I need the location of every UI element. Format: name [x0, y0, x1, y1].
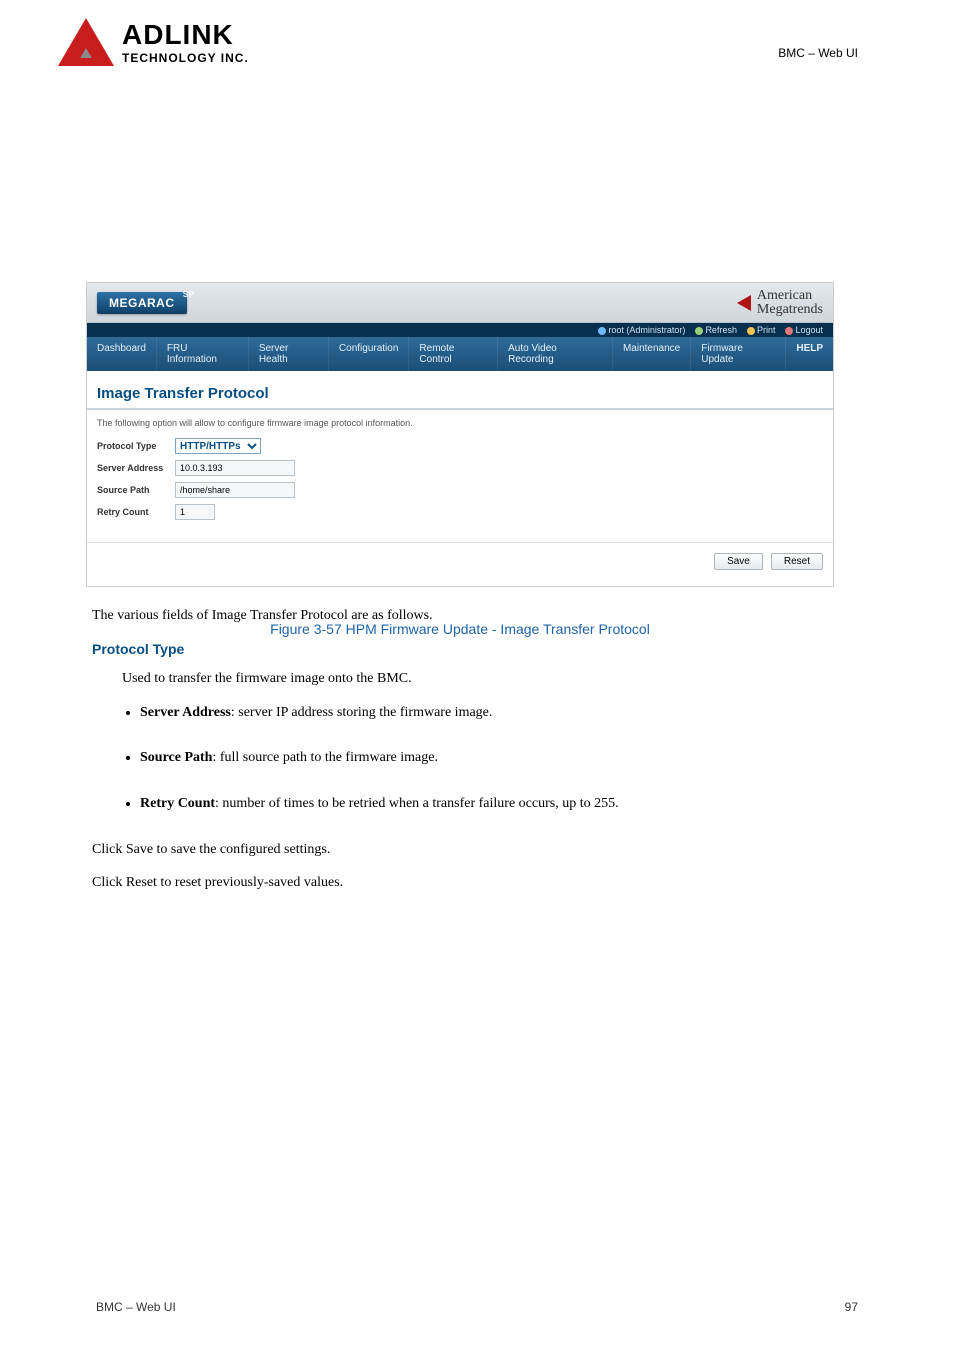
reset-button[interactable]: Reset: [771, 553, 823, 570]
screenshot-ui: MEGARACSP American Megatrends root (Admi…: [86, 282, 834, 587]
adlink-logo-mark: [58, 18, 114, 66]
print-link[interactable]: Print: [747, 325, 776, 335]
page-desc: The following option will allow to confi…: [87, 418, 833, 438]
protocol-type-label: Protocol Type: [97, 441, 175, 451]
intro-text: The various fields of Image Transfer Pro…: [92, 606, 862, 626]
refresh-icon: [695, 327, 703, 335]
ami-arrow-icon: [737, 295, 751, 311]
footer-left: BMC – Web UI: [96, 1300, 176, 1314]
ami-logo: American Megatrends: [737, 289, 823, 317]
protocol-type-select[interactable]: HTTP/HTTPs: [175, 438, 261, 454]
user-icon: [598, 327, 606, 335]
refresh-link[interactable]: Refresh: [695, 325, 737, 335]
bullet-retry-count: Retry Count: number of times to be retri…: [140, 794, 862, 814]
source-path-input[interactable]: [175, 482, 295, 498]
menu-dashboard[interactable]: Dashboard: [87, 337, 157, 371]
footer-right: 97: [845, 1300, 858, 1314]
print-icon: [747, 327, 755, 335]
menu-auto-video[interactable]: Auto Video Recording: [498, 337, 613, 371]
section-head-protocol: Protocol Type: [92, 640, 862, 660]
source-path-label: Source Path: [97, 485, 175, 495]
bullet-server-address: Server Address: server IP address storin…: [140, 703, 862, 723]
server-address-label: Server Address: [97, 463, 175, 473]
brand-pill: MEGARACSP: [97, 292, 187, 314]
server-address-input[interactable]: [175, 460, 295, 476]
logout-link[interactable]: Logout: [785, 325, 823, 335]
logo-text-big: ADLINK: [122, 19, 249, 51]
save-button[interactable]: Save: [714, 553, 763, 570]
menu-fru[interactable]: FRU Information: [157, 337, 249, 371]
menu-firmware-update[interactable]: Firmware Update: [691, 337, 786, 371]
save-text: Click Save to save the configured settin…: [92, 840, 862, 860]
user-indicator: root (Administrator): [598, 325, 685, 335]
menu-server-health[interactable]: Server Health: [249, 337, 329, 371]
main-menu: Dashboard FRU Information Server Health …: [87, 337, 833, 371]
menu-maintenance[interactable]: Maintenance: [613, 337, 691, 371]
page-title: Image Transfer Protocol: [87, 385, 833, 410]
retry-count-input[interactable]: [175, 504, 215, 520]
menu-configuration[interactable]: Configuration: [329, 337, 409, 371]
section-body-protocol: Used to transfer the firmware image onto…: [122, 669, 862, 689]
retry-count-label: Retry Count: [97, 507, 175, 517]
page-header-label: BMC – Web UI: [778, 46, 858, 60]
menu-remote-control[interactable]: Remote Control: [409, 337, 498, 371]
logo-text-small: TECHNOLOGY INC.: [122, 51, 249, 65]
menu-help[interactable]: HELP: [786, 337, 833, 371]
logout-icon: [785, 327, 793, 335]
reset-text: Click Reset to reset previously-saved va…: [92, 873, 862, 893]
bullet-source-path: Source Path: full source path to the fir…: [140, 748, 862, 768]
